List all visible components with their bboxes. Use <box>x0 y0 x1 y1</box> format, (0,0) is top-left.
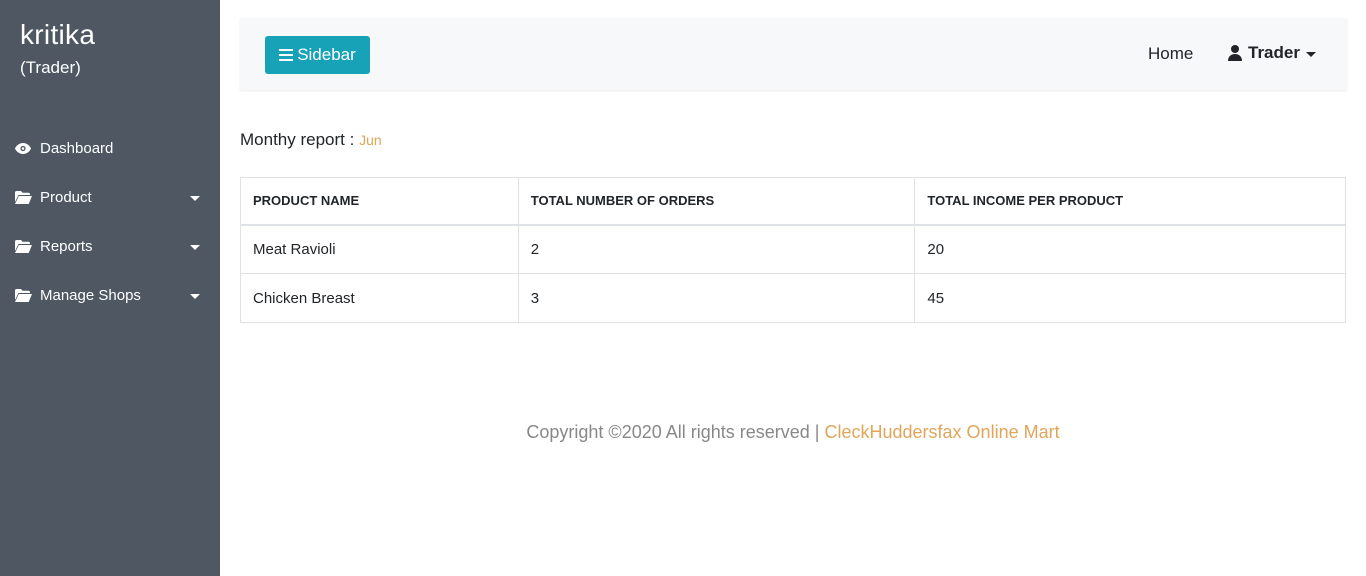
footer: Copyright ©2020 All rights reserved | Cl… <box>220 422 1366 443</box>
chevron-down-icon <box>190 293 200 299</box>
folder-icon <box>14 191 32 205</box>
table-row: Chicken Breast 3 45 <box>240 273 1346 323</box>
user-icon <box>1228 45 1242 61</box>
sidebar-brand: kritika (Trader) <box>20 18 95 80</box>
user-role: (Trader) <box>20 58 81 77</box>
sidebar-toggle-label: Sidebar <box>297 45 356 64</box>
chevron-down-icon <box>1305 51 1316 57</box>
cell-total-orders: 3 <box>517 273 916 323</box>
sidebar-item-label: Product <box>40 189 92 206</box>
top-navbar: Sidebar Home Trader <box>240 18 1347 90</box>
user-dropdown-label: Trader <box>1248 43 1300 62</box>
home-link[interactable]: Home <box>1148 44 1193 64</box>
sidebar-nav: Dashboard Product Reports Manage Shops <box>0 124 220 320</box>
footer-brand-link[interactable]: CleckHuddersfax Online Mart <box>825 422 1060 442</box>
sidebar-item-label: Dashboard <box>40 140 114 157</box>
user-dropdown[interactable]: Trader <box>1228 43 1316 63</box>
folder-icon <box>14 289 32 303</box>
cell-total-income: 20 <box>914 224 1346 274</box>
sidebar-item-dashboard[interactable]: Dashboard <box>0 124 220 173</box>
column-header-total-income: TOTAL INCOME PER PRODUCT <box>914 177 1346 226</box>
sidebar-item-reports[interactable]: Reports <box>0 222 220 271</box>
sidebar-item-label: Manage Shops <box>40 287 141 304</box>
sidebar-item-product[interactable]: Product <box>0 173 220 222</box>
column-header-product-name: PRODUCT NAME <box>240 177 519 226</box>
sidebar-item-label: Reports <box>40 238 93 255</box>
cell-total-orders: 2 <box>517 224 916 274</box>
sidebar: kritika (Trader) Dashboard Product Repor… <box>0 0 220 576</box>
cell-product-name: Meat Ravioli <box>240 224 519 274</box>
hamburger-icon <box>279 49 294 61</box>
table-header-row: PRODUCT NAME TOTAL NUMBER OF ORDERS TOTA… <box>240 177 1346 226</box>
table-row: Meat Ravioli 2 20 <box>240 224 1346 274</box>
report-table: PRODUCT NAME TOTAL NUMBER OF ORDERS TOTA… <box>240 177 1346 323</box>
report-title-label: Monthy report : <box>240 130 355 149</box>
report-heading: Monthy report : Jun <box>240 130 382 150</box>
chevron-down-icon <box>190 195 200 201</box>
cell-total-income: 45 <box>914 273 1346 323</box>
column-header-total-orders: TOTAL NUMBER OF ORDERS <box>517 177 916 226</box>
cell-product-name: Chicken Breast <box>240 273 519 323</box>
chevron-down-icon <box>190 244 200 250</box>
footer-copyright: Copyright ©2020 All rights reserved | <box>526 422 820 442</box>
report-table-container: PRODUCT NAME TOTAL NUMBER OF ORDERS TOTA… <box>240 177 1346 323</box>
sidebar-toggle-button[interactable]: Sidebar <box>265 36 370 74</box>
sidebar-item-manage-shops[interactable]: Manage Shops <box>0 271 220 320</box>
folder-icon <box>14 240 32 254</box>
eye-icon <box>14 142 32 156</box>
user-name: kritika <box>20 19 96 50</box>
report-month: Jun <box>359 132 382 148</box>
